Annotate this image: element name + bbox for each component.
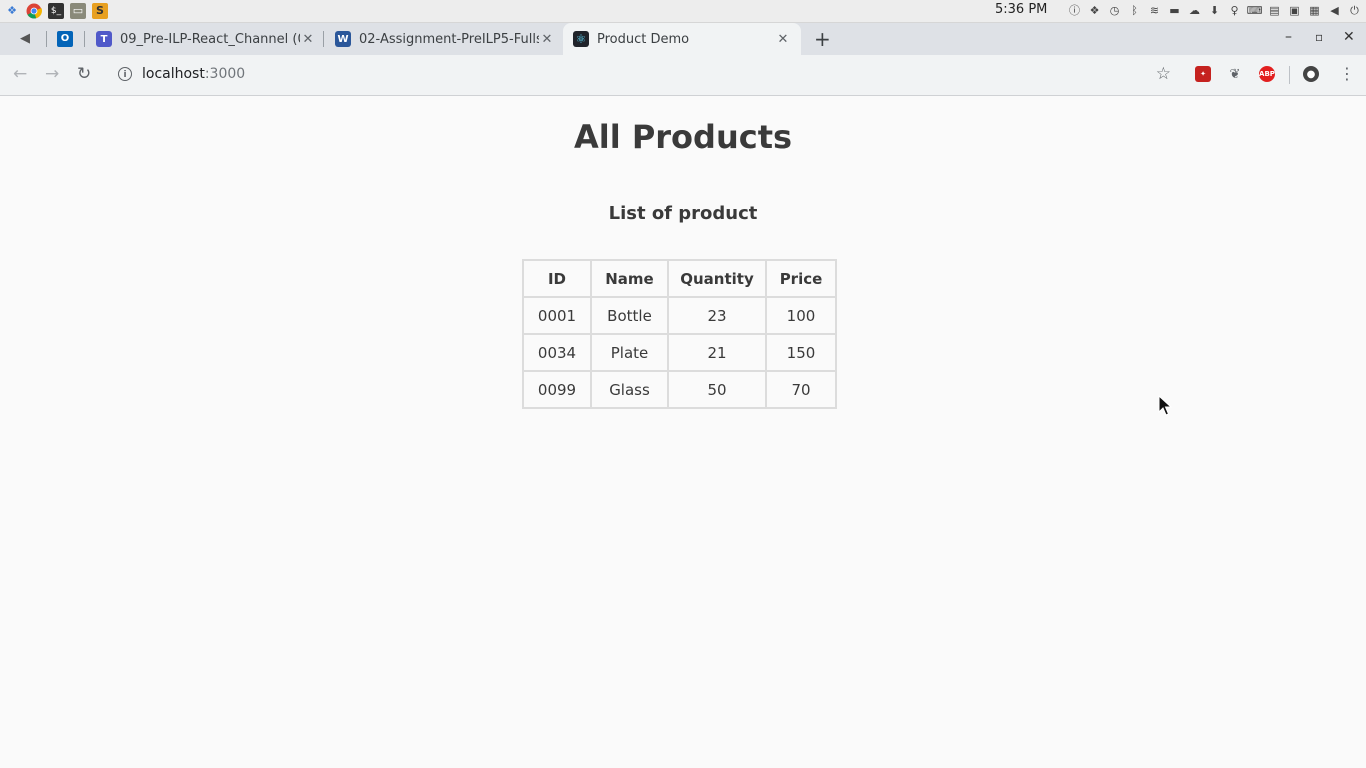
bookmark-star-icon[interactable]: ☆ <box>1156 64 1171 84</box>
tab-title: Product Demo <box>597 31 690 47</box>
url-text[interactable]: localhost:3000 <box>142 66 245 82</box>
tab-word[interactable]: W 02-Assignment-PreILP5-Fullst ✕ <box>335 23 555 55</box>
maximize-icon[interactable]: ▫ <box>1315 30 1323 44</box>
profile-avatar[interactable]: ● <box>1303 66 1319 82</box>
extension-red-icon[interactable]: ✦ <box>1195 66 1211 82</box>
keyboard-icon[interactable]: ⌨ <box>1247 3 1263 18</box>
clock[interactable]: 5:36 PM <box>995 2 1047 17</box>
tab-title: 09_Pre-ILP-React_Channel (09 <box>120 31 300 47</box>
terminal-icon[interactable]: $_ <box>48 3 64 19</box>
tab-divider <box>84 31 85 47</box>
download-icon[interactable]: ⬇ <box>1207 3 1222 18</box>
cell-id: 0001 <box>522 296 592 335</box>
cell-quantity: 21 <box>667 333 767 372</box>
site-info-icon[interactable]: i <box>118 67 132 81</box>
mouse-cursor-icon <box>1158 395 1172 416</box>
cloud-icon[interactable]: ☁ <box>1187 3 1202 18</box>
battery-icon[interactable]: ▬ <box>1167 3 1182 18</box>
tab-strip: ◀ O T 09_Pre-ILP-React_Channel (09 ✕ W 0… <box>0 23 1366 55</box>
power-icon[interactable]: ⏻ <box>1347 3 1362 18</box>
minimize-icon[interactable]: – <box>1285 29 1292 45</box>
tab-product-demo[interactable]: ⚛ Product Demo ✕ <box>563 23 801 55</box>
notes-icon[interactable]: ▦ <box>1307 3 1322 18</box>
cell-price: 70 <box>765 370 837 409</box>
tab-divider <box>46 31 47 47</box>
close-icon[interactable]: ✕ <box>300 32 316 47</box>
url-host: localhost <box>142 66 205 82</box>
column-header-id: ID <box>522 259 592 298</box>
new-tab-button[interactable]: + <box>814 27 831 51</box>
outlook-pinned-tab-icon[interactable]: O <box>57 31 73 47</box>
table-row: 0001 Bottle 23 100 <box>522 296 837 335</box>
toolbar-divider <box>1289 66 1290 84</box>
sublime-icon[interactable]: S <box>92 3 108 19</box>
volume-icon[interactable]: ◀ <box>1327 3 1342 18</box>
column-header-price: Price <box>765 259 837 298</box>
url-port: :3000 <box>204 66 246 82</box>
page-title: All Products <box>573 118 793 156</box>
teams-icon: T <box>96 31 112 47</box>
page-subtitle: List of product <box>608 203 758 224</box>
tray-info-icon[interactable]: ⓘ <box>1067 3 1082 18</box>
extension-leaf-icon[interactable]: ❦ <box>1227 66 1243 82</box>
cell-id: 0034 <box>522 333 592 372</box>
column-header-name: Name <box>590 259 669 298</box>
adblock-plus-icon[interactable]: ABP <box>1259 66 1275 82</box>
window-close-icon[interactable]: ✕ <box>1343 29 1355 45</box>
menu-kebab-icon[interactable]: ⋮ <box>1339 64 1355 83</box>
system-tray: ⓘ ❖ ◷ ᛒ ≋ ▬ ☁ ⬇ ♀ ⌨ ▤ ▣ ▦ ◀ ⏻ <box>1067 3 1362 18</box>
forward-icon[interactable]: → <box>45 64 59 84</box>
usb-icon[interactable]: ▣ <box>1287 3 1302 18</box>
back-icon[interactable]: ← <box>13 64 27 84</box>
cell-quantity: 23 <box>667 296 767 335</box>
address-bar[interactable]: i localhost:3000 ☆ <box>108 60 1183 90</box>
reload-icon[interactable]: ↻ <box>77 64 91 84</box>
chrome-icon[interactable] <box>26 3 42 19</box>
cell-id: 0099 <box>522 370 592 409</box>
tab-title: 02-Assignment-PreILP5-Fullst <box>359 31 539 47</box>
react-icon: ⚛ <box>573 31 589 47</box>
files-icon[interactable]: ▭ <box>70 3 86 19</box>
cell-name: Plate <box>590 333 669 372</box>
clipboard-icon[interactable]: ▤ <box>1267 3 1282 18</box>
products-table: ID Name Quantity Price 0001 Bottle 23 10… <box>522 259 837 409</box>
app-menu-icon[interactable]: ❖ <box>4 3 20 19</box>
system-panel: ❖ $_ ▭ S 5:36 PM ⓘ ❖ ◷ ᛒ ≋ ▬ ☁ ⬇ ♀ ⌨ ▤ ▣… <box>0 0 1366 23</box>
word-icon: W <box>335 31 351 47</box>
bulb-icon[interactable]: ♀ <box>1227 3 1242 18</box>
close-icon[interactable]: ✕ <box>539 32 555 47</box>
cell-name: Glass <box>590 370 669 409</box>
browser-toolbar: ← → ↻ i localhost:3000 ☆ ✦ ❦ ABP ● ⋮ <box>0 55 1366 96</box>
wifi-icon[interactable]: ≋ <box>1147 3 1162 18</box>
cell-quantity: 50 <box>667 370 767 409</box>
dropbox-icon[interactable]: ❖ <box>1087 3 1102 18</box>
table-row: 0099 Glass 50 70 <box>522 370 837 409</box>
table-row: 0034 Plate 21 150 <box>522 333 837 372</box>
cell-price: 150 <box>765 333 837 372</box>
clock-tray-icon[interactable]: ◷ <box>1107 3 1122 18</box>
cell-price: 100 <box>765 296 837 335</box>
column-header-quantity: Quantity <box>667 259 767 298</box>
audio-mute-icon[interactable]: ◀ <box>20 31 30 46</box>
close-icon[interactable]: ✕ <box>775 32 791 47</box>
panel-launchers: ❖ $_ ▭ S <box>0 0 108 22</box>
tab-teams[interactable]: T 09_Pre-ILP-React_Channel (09 ✕ <box>96 23 316 55</box>
cell-name: Bottle <box>590 296 669 335</box>
bluetooth-icon[interactable]: ᛒ <box>1127 3 1142 18</box>
tab-divider <box>323 31 324 47</box>
table-header-row: ID Name Quantity Price <box>522 259 837 298</box>
